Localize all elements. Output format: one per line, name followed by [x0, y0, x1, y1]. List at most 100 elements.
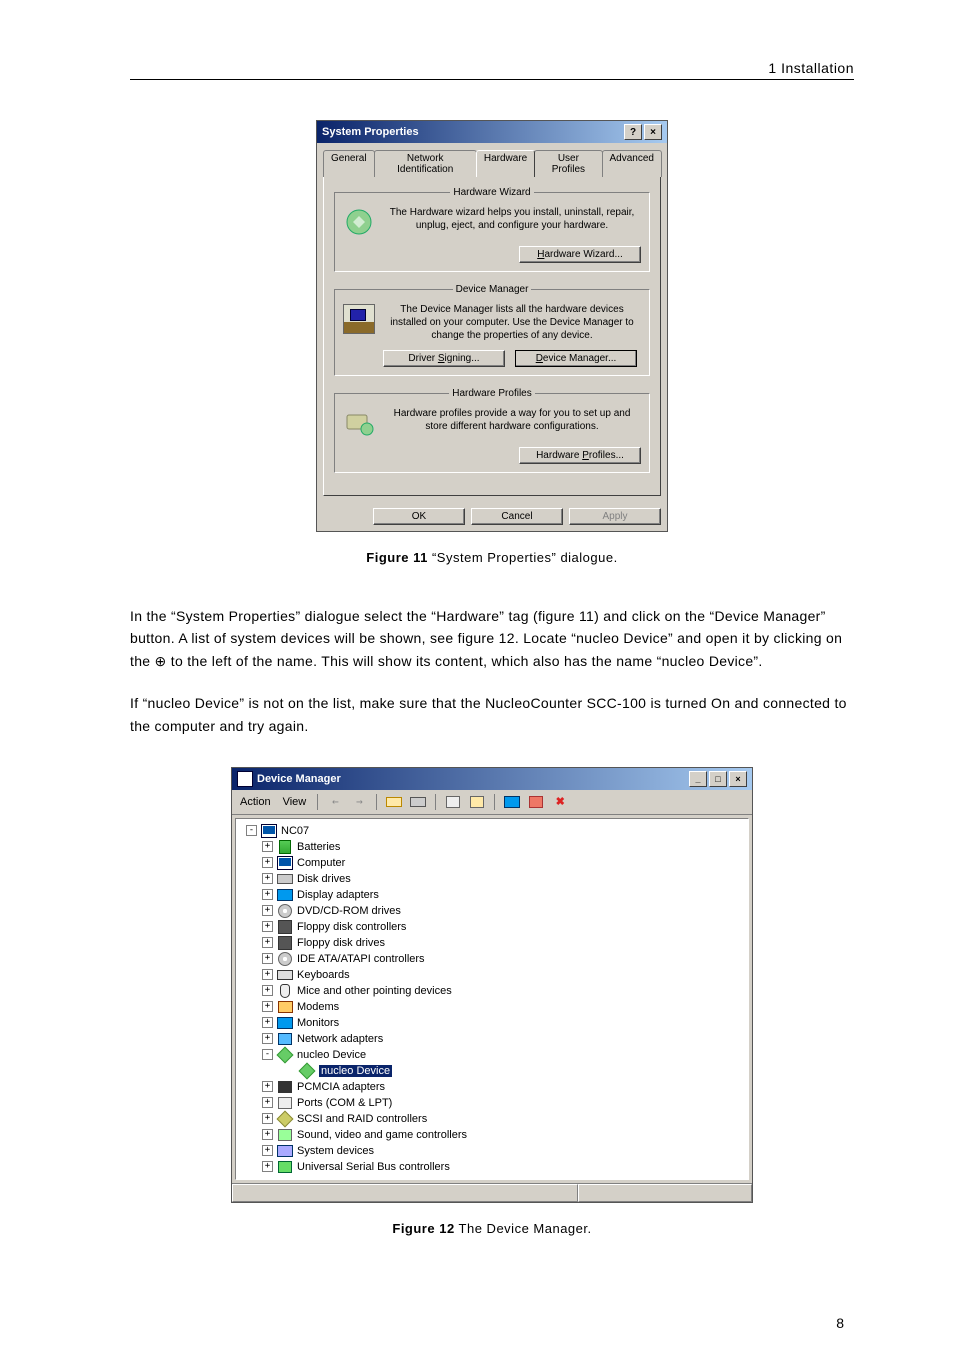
- expand-toggle-icon[interactable]: -: [246, 825, 257, 836]
- tree-node[interactable]: -NC07: [240, 823, 744, 839]
- tree-node[interactable]: +Keyboards: [240, 967, 744, 983]
- expand-toggle-icon[interactable]: +: [262, 1097, 273, 1108]
- tree-node[interactable]: +Computer: [240, 855, 744, 871]
- driver-signing-button[interactable]: Driver Signing...: [383, 350, 505, 367]
- tree-node[interactable]: +System devices: [240, 1143, 744, 1159]
- ic-snd-icon: [277, 1127, 293, 1143]
- tree-node[interactable]: +Network adapters: [240, 1031, 744, 1047]
- tree-node[interactable]: + Floppy disk controllers: [240, 919, 744, 935]
- maximize-icon[interactable]: □: [709, 771, 727, 787]
- expand-toggle-icon[interactable]: +: [262, 1001, 273, 1012]
- expand-toggle-icon[interactable]: +: [262, 1145, 273, 1156]
- menu-toolbar: Action View ← → ✖: [232, 790, 752, 815]
- apply-button: Apply: [569, 508, 661, 525]
- tree-node[interactable]: + Modems: [240, 999, 744, 1015]
- device-manager-button[interactable]: Device Manager...: [515, 350, 637, 367]
- tree-node-label: Modems: [297, 1001, 339, 1013]
- expand-toggle-icon[interactable]: +: [262, 889, 273, 900]
- expand-toggle-icon[interactable]: +: [262, 1017, 273, 1028]
- hardware-wizard-button[interactable]: Hardware Wizard...: [519, 246, 641, 263]
- close-icon[interactable]: ×: [644, 124, 662, 140]
- expand-toggle-icon[interactable]: +: [262, 985, 273, 996]
- legend-device-manager: Device Manager: [453, 284, 532, 295]
- expand-toggle-icon[interactable]: +: [262, 1161, 273, 1172]
- ic-floppy-icon: [277, 935, 293, 951]
- print-icon[interactable]: [467, 792, 487, 812]
- tree-node[interactable]: + SCSI and RAID controllers: [240, 1111, 744, 1127]
- separator-icon: [435, 794, 436, 810]
- expand-toggle-icon[interactable]: +: [262, 953, 273, 964]
- expand-toggle-icon[interactable]: +: [262, 857, 273, 868]
- tree-node[interactable]: +Universal Serial Bus controllers: [240, 1159, 744, 1175]
- expand-toggle-icon[interactable]: +: [262, 1129, 273, 1140]
- tree-node[interactable]: +Monitors: [240, 1015, 744, 1031]
- tab-hardware[interactable]: Hardware: [476, 150, 535, 177]
- delete-icon[interactable]: ✖: [550, 792, 570, 812]
- ic-scsi-icon: [277, 1111, 293, 1127]
- back-icon[interactable]: ←: [325, 792, 345, 812]
- menu-view[interactable]: View: [279, 795, 311, 809]
- tree-node-label: Disk drives: [297, 873, 351, 885]
- monitor-icon[interactable]: [502, 792, 522, 812]
- close-icon[interactable]: ×: [729, 771, 747, 787]
- tree-node-label: Sound, video and game controllers: [297, 1129, 467, 1141]
- tree-node-label: Mice and other pointing devices: [297, 985, 452, 997]
- expand-toggle-icon[interactable]: +: [262, 969, 273, 980]
- tab-advanced[interactable]: Advanced: [602, 150, 662, 177]
- expand-toggle-icon[interactable]: +: [262, 841, 273, 852]
- ic-disk-icon: [277, 871, 293, 887]
- tree-node[interactable]: +Floppy disk drives: [240, 935, 744, 951]
- separator-icon: [317, 794, 318, 810]
- expand-toggle-icon[interactable]: +: [262, 921, 273, 932]
- menu-action[interactable]: Action: [236, 795, 275, 809]
- ic-port-icon: [277, 1095, 293, 1111]
- show-tree-icon[interactable]: [408, 792, 428, 812]
- tab-general[interactable]: General: [323, 150, 375, 177]
- tree-node[interactable]: + Display adapters: [240, 887, 744, 903]
- minimize-icon[interactable]: _: [689, 771, 707, 787]
- tree-node-label: Display adapters: [297, 889, 379, 901]
- refresh-icon[interactable]: [526, 792, 546, 812]
- properties-icon[interactable]: [443, 792, 463, 812]
- device-tree[interactable]: -NC07+Batteries+Computer+Disk drives+Dis…: [235, 818, 749, 1180]
- forward-icon[interactable]: →: [349, 792, 369, 812]
- cancel-button[interactable]: Cancel: [471, 508, 563, 525]
- tree-node[interactable]: + Sound, video and game controllers: [240, 1127, 744, 1143]
- ic-usb-icon: [277, 1159, 293, 1175]
- section-header: 1 Installation: [130, 60, 854, 80]
- expand-toggle-icon[interactable]: +: [262, 1113, 273, 1124]
- dialog-title: System Properties: [322, 126, 419, 138]
- ic-mon-icon: [277, 1015, 293, 1031]
- tree-node[interactable]: + Mice and other pointing devices: [240, 983, 744, 999]
- up-folder-icon[interactable]: [384, 792, 404, 812]
- group-device-manager: Device Manager The Device Manager lists …: [334, 284, 650, 376]
- tree-node[interactable]: +DVD/CD-ROM drives: [240, 903, 744, 919]
- hardware-profiles-button[interactable]: Hardware Profiles...: [519, 447, 641, 464]
- tree-node[interactable]: +PCMCIA adapters: [240, 1079, 744, 1095]
- tree-node[interactable]: + Disk drives: [240, 871, 744, 887]
- tree-node-label: Floppy disk controllers: [297, 921, 406, 933]
- expand-toggle-icon[interactable]: +: [262, 873, 273, 884]
- tree-node[interactable]: +Batteries: [240, 839, 744, 855]
- tree-node[interactable]: nucleo Device: [240, 1063, 744, 1079]
- expand-toggle-icon[interactable]: +: [262, 1081, 273, 1092]
- ic-dia-icon: [277, 1047, 293, 1063]
- ok-button[interactable]: OK: [373, 508, 465, 525]
- tree-node[interactable]: -nucleo Device: [240, 1047, 744, 1063]
- tab-user-profiles[interactable]: User Profiles: [534, 150, 602, 177]
- expand-toggle-icon[interactable]: +: [262, 1033, 273, 1044]
- ic-sys-icon: [277, 1143, 293, 1159]
- expand-toggle-icon[interactable]: -: [262, 1049, 273, 1060]
- tab-network-identification[interactable]: Network Identification: [374, 150, 477, 177]
- device-manager-icon: [343, 303, 375, 335]
- hardware-profiles-desc: Hardware profiles provide a way for you …: [383, 407, 641, 433]
- tree-node[interactable]: +IDE ATA/ATAPI controllers: [240, 951, 744, 967]
- tree-node[interactable]: +Ports (COM & LPT): [240, 1095, 744, 1111]
- expand-toggle-icon[interactable]: +: [262, 905, 273, 916]
- ic-cd-icon: [277, 951, 293, 967]
- body-paragraph-1: In the “System Properties” dialogue sele…: [130, 605, 854, 672]
- help-icon[interactable]: ?: [624, 124, 642, 140]
- hardware-wizard-icon: [343, 206, 375, 238]
- expand-toggle-icon[interactable]: +: [262, 937, 273, 948]
- tree-node-label: SCSI and RAID controllers: [297, 1113, 427, 1125]
